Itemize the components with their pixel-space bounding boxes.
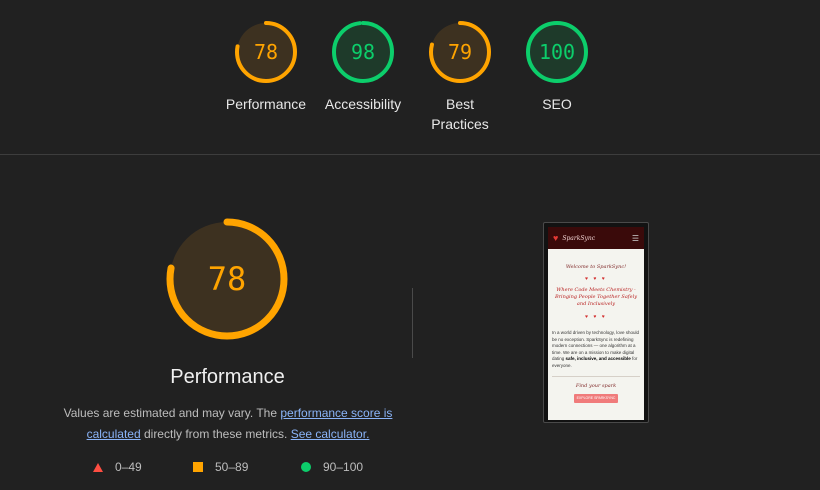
gauge-ring: 100 (526, 21, 588, 83)
gauge-ring: 79 (429, 21, 491, 83)
legend-range: 50–89 (215, 460, 249, 474)
legend-range: 0–49 (115, 460, 142, 474)
performance-title: Performance (170, 366, 285, 388)
preview-hearts: ♥ ♥ ♥ (585, 314, 607, 320)
preview-tagline: Where Code Meets Chemistry - Bringing Pe… (554, 287, 638, 307)
section-divider (0, 154, 820, 155)
circle-icon (301, 462, 311, 472)
desc-text: directly from these metrics. (140, 427, 291, 441)
legend-range: 90–100 (323, 460, 364, 474)
gauge-score: 78 (254, 40, 278, 64)
gauge-score: 78 (208, 260, 247, 298)
preview-hearts: ♥ ♥ ♥ (585, 276, 607, 282)
heart-logo-icon: ♥ (553, 233, 559, 243)
gauge-label: SEO (542, 96, 572, 112)
hamburger-menu-icon: ☰ (631, 233, 639, 243)
preview-brand: SparkSync (562, 234, 596, 242)
gauge-ring: 78 (166, 218, 288, 340)
gauge-label: Accessibility (324, 96, 402, 112)
gauge-score: 98 (351, 40, 375, 64)
square-icon (193, 462, 203, 472)
gauge-seo[interactable]: 100 SEO (507, 20, 607, 114)
body-bold-text: safe, inclusive, and accessible (565, 356, 631, 361)
see-calculator-link[interactable]: See calculator. (291, 427, 370, 441)
gauge-score: 79 (448, 40, 472, 64)
preview-navbar: ♥ SparkSync ☰ (548, 227, 644, 249)
vertical-divider (412, 288, 413, 358)
gauge-best-practices[interactable]: 79 Best Practices (410, 20, 510, 134)
preview-divider (552, 376, 640, 377)
legend-item-pass: 90–100 (301, 460, 363, 474)
triangle-icon (93, 462, 103, 472)
gauge-label: Best Practices (431, 96, 489, 132)
preview-explore-button: EXPLORE SPARKSYNC (574, 394, 618, 403)
gauge-ring: 98 (332, 21, 394, 83)
preview-body-text: In a world driven by technology, love sh… (552, 330, 640, 369)
gauge-ring: 78 (235, 21, 297, 83)
gauge-score: 100 (539, 40, 575, 64)
gauge-performance[interactable]: 78 Performance (216, 20, 316, 114)
gauge-label: Performance (225, 96, 307, 112)
legend-item-fail: 0–49 (93, 460, 142, 474)
gauge-accessibility[interactable]: 98 Accessibility (313, 20, 413, 114)
page-screenshot-thumbnail[interactable]: ♥ SparkSync ☰ Welcome to SparkSync! ♥ ♥ … (543, 222, 649, 423)
preview-welcome: Welcome to SparkSync! (565, 264, 627, 270)
performance-description: Values are estimated and may vary. The p… (58, 403, 398, 445)
preview-find-text: Find your spark (575, 383, 617, 389)
preview-screen: ♥ SparkSync ☰ Welcome to SparkSync! ♥ ♥ … (548, 227, 644, 420)
score-legend: 0–49 50–89 90–100 (0, 460, 455, 476)
legend-item-average: 50–89 (193, 460, 248, 474)
desc-text: Values are estimated and may vary. The (63, 406, 281, 420)
performance-gauge-large: 78 (166, 218, 288, 340)
score-summary: 78 Performance 98 Accessibility 79 Best … (0, 20, 820, 150)
